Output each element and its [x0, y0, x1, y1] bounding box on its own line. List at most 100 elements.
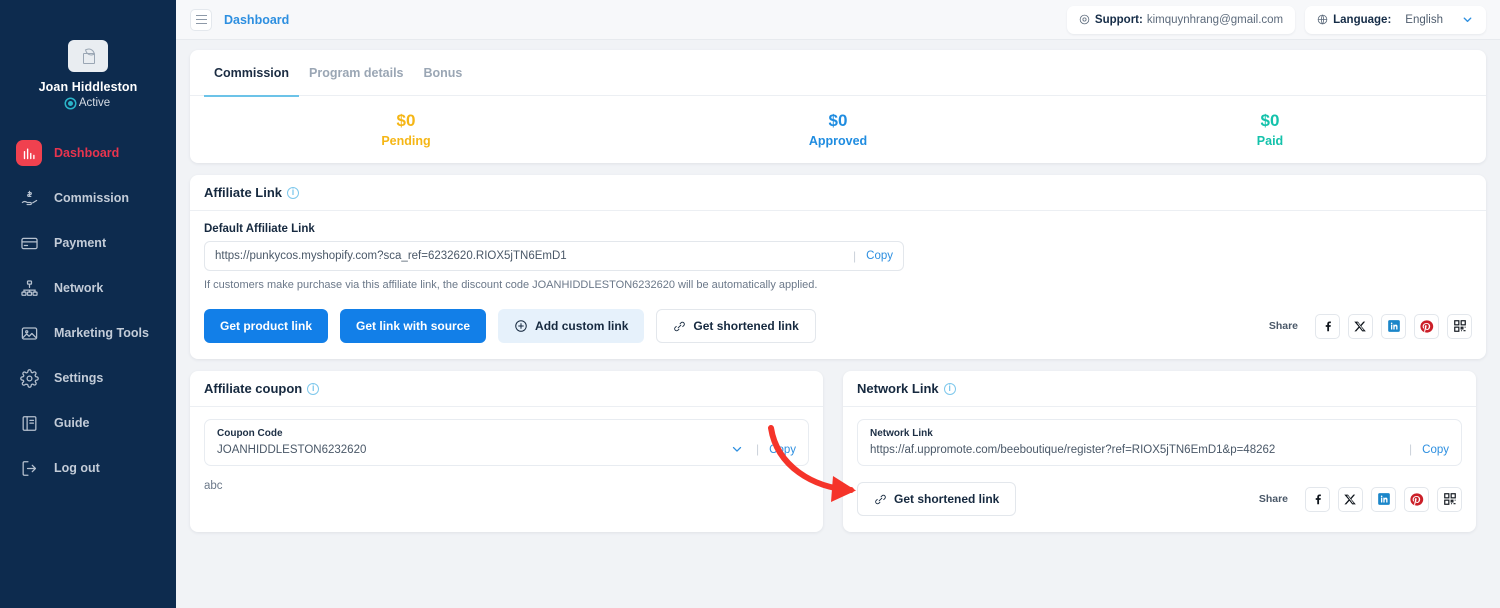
copy-network-link-button[interactable]: Copy — [1422, 444, 1449, 456]
tab-bonus[interactable]: Bonus — [414, 50, 473, 96]
stats-row: $0 Pending $0 Approved $0 Paid — [190, 96, 1486, 163]
stat-pending: $0 Pending — [190, 96, 622, 163]
support-pill[interactable]: Support: kimquynhrang@gmail.com — [1066, 5, 1296, 34]
coupon-code-field[interactable]: Coupon Code JOANHIDDLESTON6232620 | Copy — [204, 419, 809, 466]
user-name: Joan Hiddleston — [38, 80, 138, 94]
sidebar-item-label: Payment — [54, 236, 107, 250]
stat-amount: $0 — [396, 111, 416, 130]
sidebar-item-marketing-tools[interactable]: Marketing Tools — [0, 315, 176, 351]
user-status: Active — [65, 97, 111, 109]
tab-bar: Commission Program details Bonus — [190, 50, 1486, 97]
bottom-cards-row: Affiliate coupon i Coupon Code JOANHIDDL… — [190, 371, 1486, 532]
user-status-label: Active — [78, 97, 111, 109]
add-custom-link-button[interactable]: Add custom link — [498, 309, 645, 343]
sidebar-item-label: Network — [54, 281, 104, 295]
link-icon — [673, 320, 686, 333]
share-label: Share — [1258, 493, 1288, 505]
book-icon — [16, 410, 42, 436]
info-icon[interactable]: i — [943, 382, 956, 395]
sidebar-item-label: Commission — [54, 191, 130, 205]
app-root: Joan Hiddleston Active Dashboard Commiss… — [0, 0, 1500, 608]
language-label: Language: — [1333, 13, 1392, 26]
share-group-network: Share — [1258, 486, 1462, 512]
x-twitter-icon[interactable] — [1338, 486, 1363, 512]
sidebar-item-guide[interactable]: Guide — [0, 405, 176, 441]
affiliate-coupon-header: Affiliate coupon i — [190, 371, 823, 407]
get-link-with-source-button[interactable]: Get link with source — [340, 309, 487, 343]
language-selector[interactable]: Language: English — [1305, 5, 1486, 34]
breadcrumb[interactable]: Dashboard — [224, 13, 289, 27]
affiliate-link-value: https://punkycos.myshopify.com?sca_ref=6… — [215, 250, 567, 262]
affiliate-link-card: Affiliate Link i Default Affiliate Link … — [190, 175, 1486, 359]
qr-code-icon[interactable] — [1447, 313, 1472, 339]
status-dot-icon — [65, 98, 75, 108]
share-label: Share — [1268, 320, 1298, 332]
sidebar-item-payment[interactable]: Payment — [0, 225, 176, 261]
copy-affiliate-link-button[interactable]: Copy — [866, 250, 893, 262]
qr-code-icon[interactable] — [1437, 486, 1462, 512]
pinterest-icon[interactable] — [1404, 486, 1429, 512]
info-icon[interactable]: i — [307, 382, 320, 395]
logout-icon — [16, 455, 42, 481]
sidebar-item-label: Settings — [54, 371, 104, 385]
stat-label: Approved — [808, 134, 868, 148]
divider: | — [756, 442, 760, 456]
stat-amount: $0 — [1260, 111, 1280, 130]
coupon-note: abc — [204, 480, 223, 492]
network-link-body: Network Link https://af.uppromote.com/be… — [843, 407, 1476, 532]
tab-program-details[interactable]: Program details — [299, 50, 413, 96]
tab-commission[interactable]: Commission — [204, 50, 300, 97]
avatar-placeholder-icon — [80, 48, 96, 64]
pinterest-icon[interactable] — [1414, 313, 1439, 339]
network-link-header: Network Link i — [843, 371, 1476, 407]
coupon-code-value: JOANHIDDLESTON6232620 — [217, 444, 367, 456]
facebook-icon[interactable] — [1305, 486, 1330, 512]
coupon-code-stack: Coupon Code JOANHIDDLESTON6232620 — [217, 428, 730, 456]
linkedin-icon[interactable] — [1371, 486, 1396, 512]
copy-coupon-button[interactable]: Copy — [769, 444, 796, 456]
top-bar-right: Support: kimquynhrang@gmail.com Language… — [1066, 5, 1486, 34]
get-shortened-link-button[interactable]: Get shortened link — [656, 309, 816, 343]
sidebar-item-label: Guide — [54, 416, 90, 430]
get-product-link-button[interactable]: Get product link — [204, 309, 329, 343]
card-title: Network Link — [857, 381, 939, 396]
default-affiliate-link-field[interactable]: https://punkycos.myshopify.com?sca_ref=6… — [204, 241, 904, 271]
x-twitter-icon[interactable] — [1348, 313, 1373, 339]
network-link-actions: Get shortened link Share — [857, 482, 1462, 516]
network-get-shortened-link-button[interactable]: Get shortened link — [857, 482, 1017, 516]
top-bar: Dashboard Support: kimquynhrang@gmail.co… — [176, 0, 1500, 40]
credit-card-icon — [16, 230, 42, 256]
sidebar-item-dashboard[interactable]: Dashboard — [0, 135, 176, 171]
content-scroll: Commission Program details Bonus $0 Pend… — [176, 40, 1500, 608]
network-link-value: https://af.uppromote.com/beeboutique/reg… — [870, 444, 1276, 456]
sidebar-item-commission[interactable]: Commission — [0, 180, 176, 216]
affiliate-coupon-body: Coupon Code JOANHIDDLESTON6232620 | Copy… — [190, 407, 823, 508]
info-icon[interactable]: i — [287, 186, 300, 199]
sidebar-item-settings[interactable]: Settings — [0, 360, 176, 396]
link-icon — [874, 493, 887, 506]
get-shortened-link-label: Get shortened link — [693, 319, 799, 333]
gear-icon — [16, 365, 42, 391]
coupon-code-label: Coupon Code — [217, 428, 283, 439]
network-tree-icon — [16, 275, 42, 301]
sidebar-item-network[interactable]: Network — [0, 270, 176, 306]
linkedin-icon[interactable] — [1381, 313, 1406, 339]
sidebar-item-label: Log out — [54, 461, 100, 475]
headset-icon — [1079, 14, 1090, 25]
chevron-down-icon[interactable] — [730, 442, 744, 456]
avatar — [67, 40, 108, 72]
main-area: Dashboard Support: kimquynhrang@gmail.co… — [176, 0, 1500, 608]
affiliate-link-body: Default Affiliate Link https://punkycos.… — [190, 211, 1486, 359]
sidebar-item-label: Marketing Tools — [54, 326, 149, 340]
affiliate-link-actions: Get product link Get link with source Ad… — [204, 309, 1472, 343]
hamburger-icon[interactable] — [190, 8, 212, 31]
chevron-down-icon[interactable] — [1461, 13, 1474, 26]
sidebar-item-log-out[interactable]: Log out — [0, 450, 176, 486]
affiliate-coupon-card: Affiliate coupon i Coupon Code JOANHIDDL… — [190, 371, 823, 532]
add-custom-link-label: Add custom link — [535, 319, 629, 333]
network-link-field[interactable]: Network Link https://af.uppromote.com/be… — [857, 419, 1462, 466]
stat-amount: $0 — [828, 111, 848, 130]
network-link-card: Network Link i Network Link https://af.u… — [843, 371, 1476, 532]
facebook-icon[interactable] — [1315, 313, 1340, 339]
support-label: Support: — [1094, 13, 1143, 26]
